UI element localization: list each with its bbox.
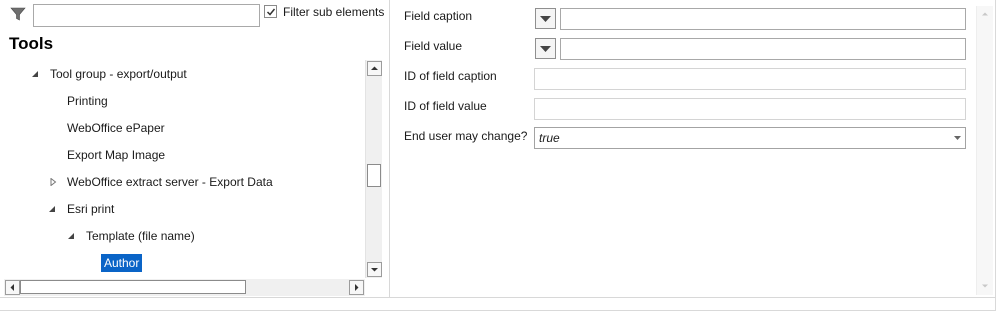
tree-node-label: Esri print (67, 202, 115, 216)
tree-node-label: Author (101, 254, 143, 272)
filter-sub-elements-label[interactable]: Filter sub elements (283, 5, 384, 19)
horizontal-scroll-thumb[interactable] (20, 280, 246, 294)
tree-node-weboffice-extract-server[interactable]: WebOffice extract server - Export Data (50, 173, 276, 191)
arrow-right-icon (355, 284, 359, 291)
expanded-arrow-icon[interactable] (67, 232, 75, 240)
properties-panel: Field caption Field value ID of field ca… (391, 0, 996, 297)
chevron-down-icon (954, 136, 961, 140)
id-field-value-input[interactable] (534, 98, 966, 120)
tree-node-template-file-name[interactable]: Template (file name) (68, 227, 198, 245)
id-field-value-label: ID of field value (404, 99, 487, 113)
expanded-arrow-icon[interactable] (31, 70, 39, 78)
arrow-up-icon (371, 66, 378, 70)
tree-node-export-map-image[interactable]: Export Map Image (64, 146, 168, 164)
scroll-down-button[interactable] (367, 262, 382, 277)
tree-node-label: Template (file name) (86, 229, 195, 243)
tree-node-tool-group-export-output[interactable]: Tool group - export/output (32, 65, 190, 83)
end-user-may-change-select[interactable]: true (534, 127, 966, 149)
filter-input[interactable] (33, 4, 260, 27)
field-caption-label: Field caption (404, 9, 473, 23)
field-value-dropdown-button[interactable] (535, 38, 556, 59)
id-field-caption-input[interactable] (534, 68, 966, 90)
field-caption-dropdown-button[interactable] (535, 8, 556, 29)
scroll-left-button[interactable] (5, 280, 20, 295)
dropdown-arrow-icon (540, 46, 551, 52)
field-value-label: Field value (404, 39, 463, 53)
tools-tree: Tool group - export/output Printing WebO… (0, 60, 365, 278)
scroll-right-button[interactable] (349, 280, 364, 295)
tree-node-weboffice-epaper[interactable]: WebOffice ePaper (64, 119, 168, 137)
tree-horizontal-scrollbar[interactable] (4, 279, 365, 296)
tools-title: Tools (9, 34, 54, 53)
tree-node-label: WebOffice ePaper (67, 121, 165, 135)
tree-node-author[interactable]: Author (101, 254, 143, 272)
tree-node-label: Tool group - export/output (50, 67, 187, 81)
field-value-input[interactable] (560, 38, 966, 60)
dropdown-arrow-icon (540, 16, 551, 22)
divider (0, 297, 996, 298)
vertical-scroll-thumb[interactable] (367, 164, 381, 187)
expanded-arrow-icon[interactable] (48, 205, 56, 213)
id-field-caption-label: ID of field caption (404, 69, 497, 83)
end-user-may-change-value: true (539, 131, 560, 145)
tree-node-label: Export Map Image (67, 148, 166, 162)
tree-node-esri-print[interactable]: Esri print (49, 200, 117, 218)
field-caption-input[interactable] (560, 8, 966, 30)
tree-vertical-scrollbar[interactable] (365, 60, 382, 278)
arrow-left-icon (10, 284, 14, 291)
tools-panel: Filter sub elements Tools Tool group - e… (0, 0, 390, 297)
filter-icon[interactable] (10, 6, 26, 22)
arrow-down-icon (371, 268, 378, 272)
end-user-may-change-label: End user may change? (404, 129, 528, 143)
checkmark-icon (266, 8, 276, 16)
arrow-down-icon[interactable] (981, 282, 989, 290)
scroll-up-button[interactable] (367, 61, 382, 76)
tree-node-printing[interactable]: Printing (64, 92, 111, 110)
filter-sub-elements-checkbox[interactable] (264, 5, 277, 18)
collapsed-arrow-icon[interactable] (49, 178, 57, 186)
tree-node-label: Printing (67, 94, 108, 108)
tree-node-label: WebOffice extract server - Export Data (67, 175, 273, 189)
properties-vertical-scrollbar[interactable] (976, 6, 993, 295)
arrow-up-icon[interactable] (981, 10, 989, 18)
